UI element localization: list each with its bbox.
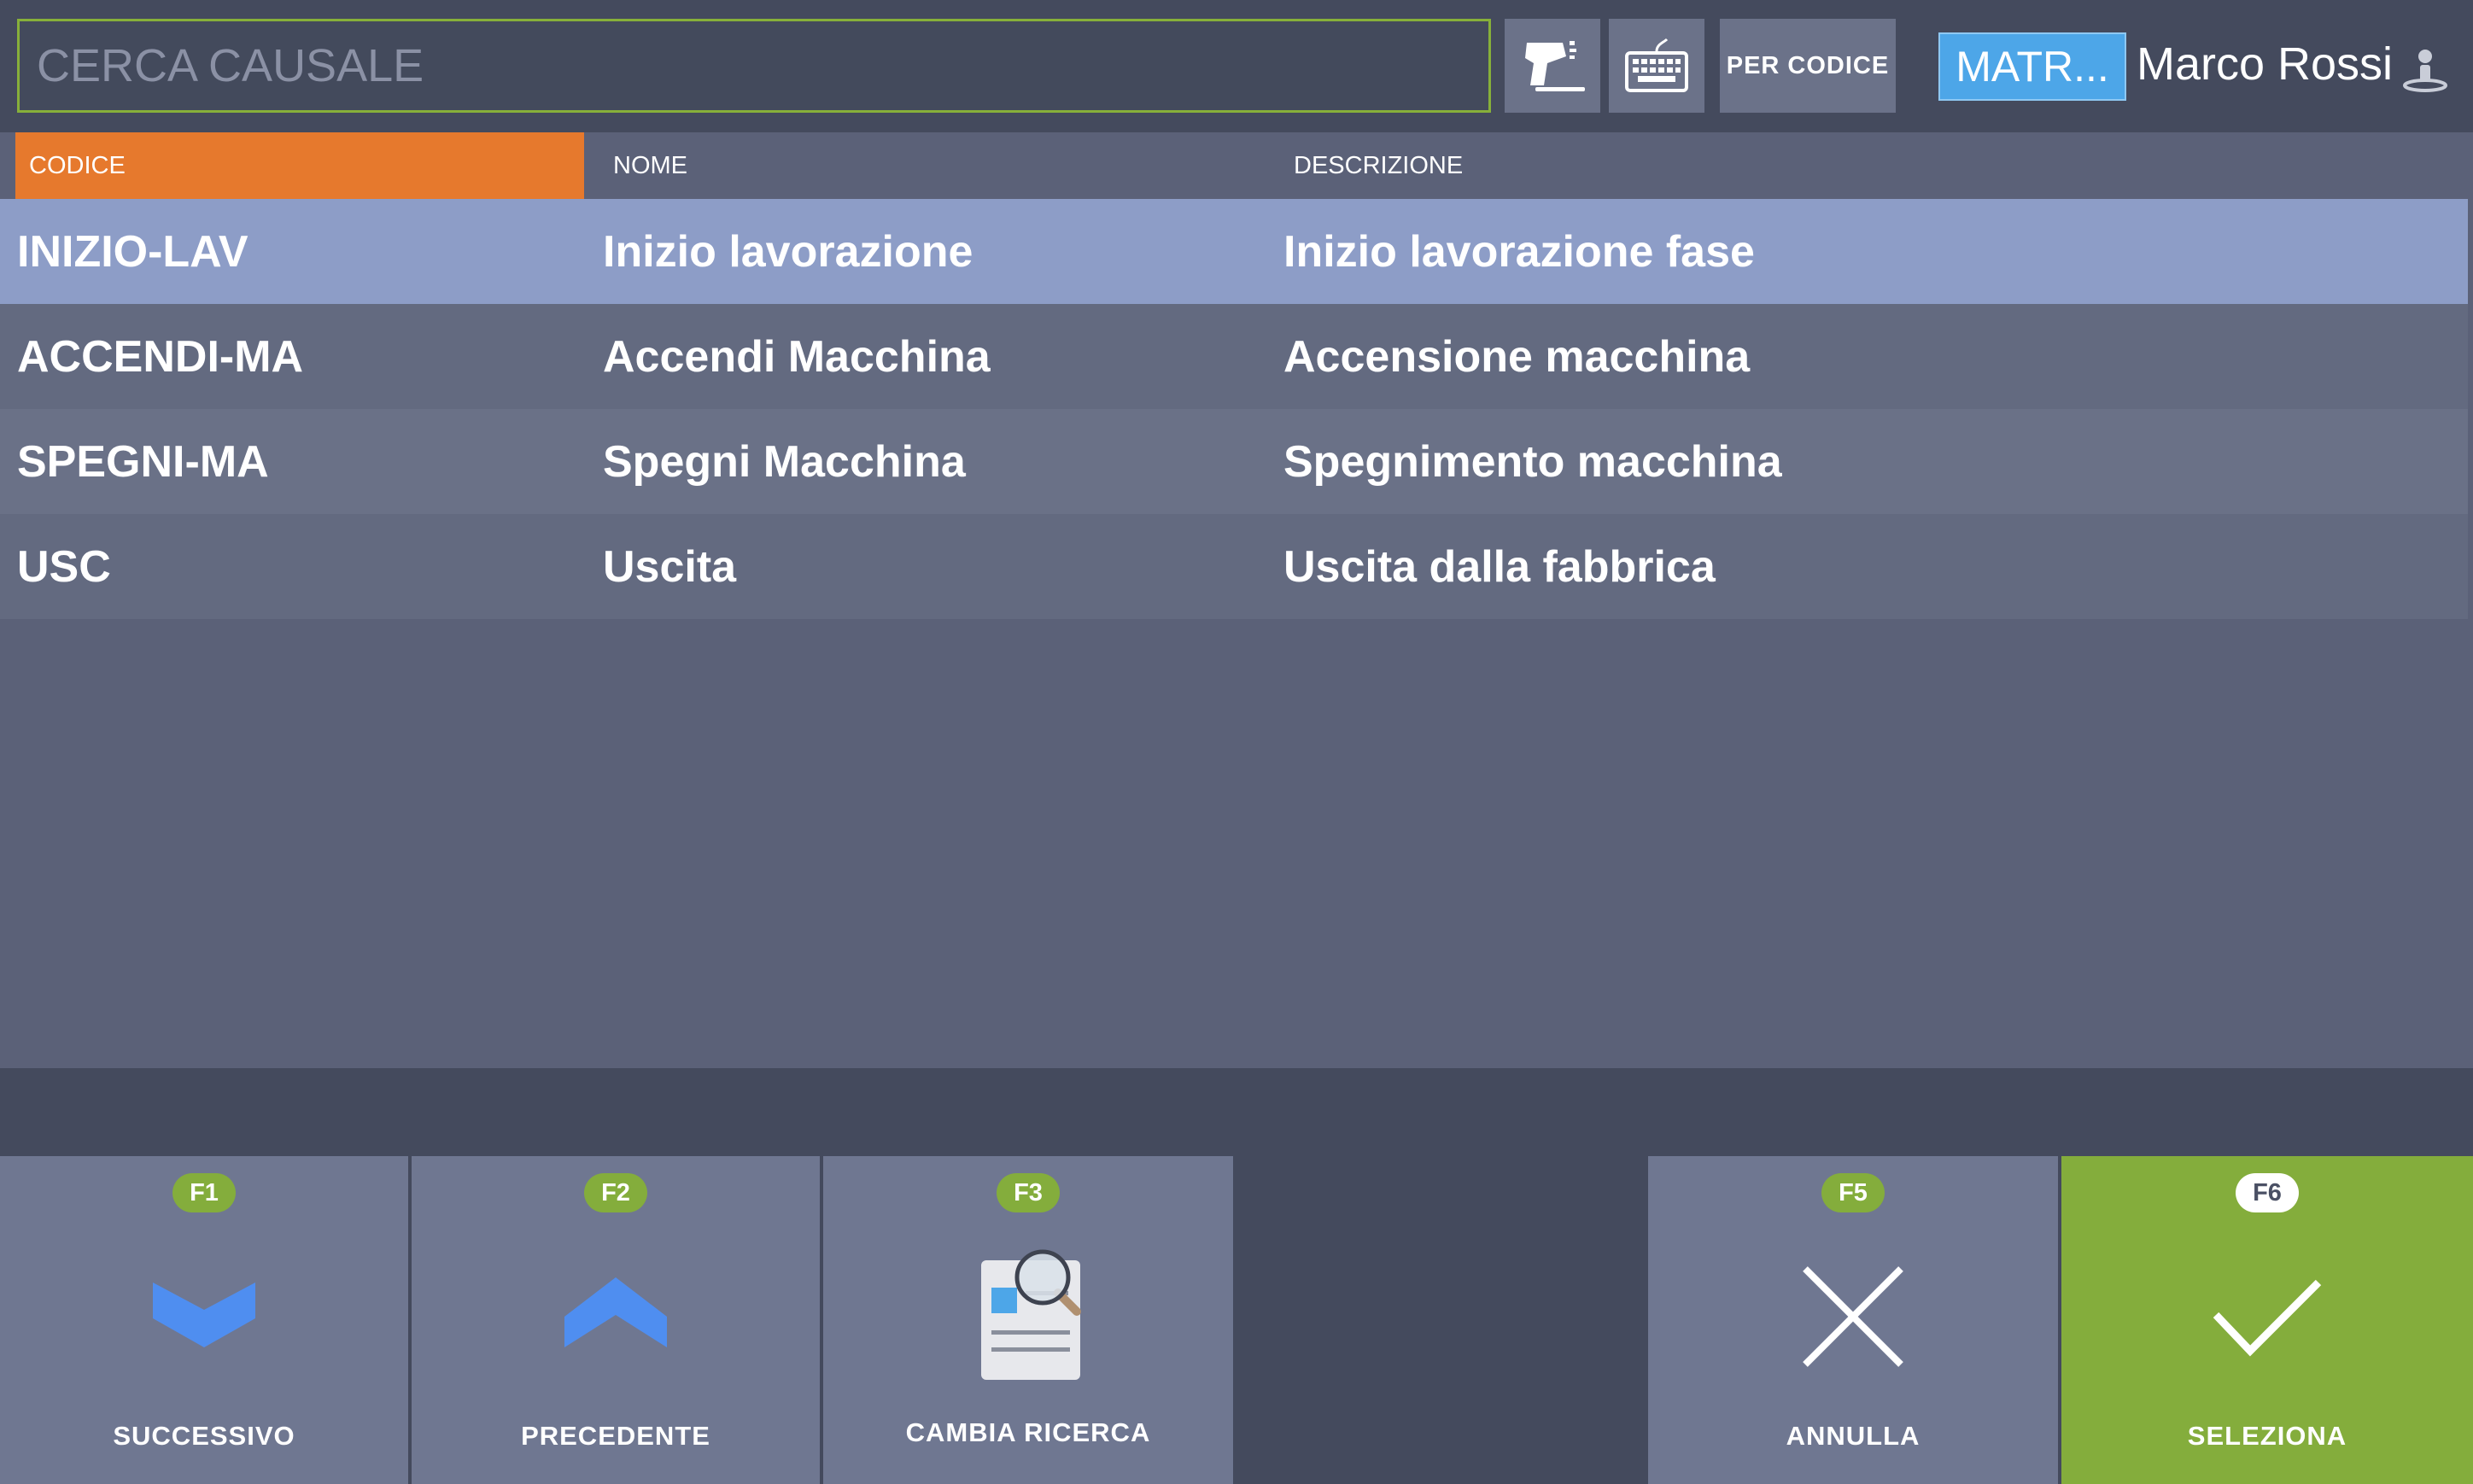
f5-annulla-button[interactable]: F5 ANNULLA (1648, 1156, 2058, 1484)
user-icon[interactable] (2401, 46, 2449, 98)
cell-codice: SPEGNI-MA (17, 436, 269, 487)
f3-cambia-ricerca-button[interactable]: F3 CAMBIA RICERCA (823, 1156, 1233, 1484)
cell-descrizione: Uscita dalla fabbrica (1283, 541, 1716, 592)
cell-descrizione: Accensione macchina (1283, 331, 1751, 382)
chevron-up-icon (564, 1277, 667, 1347)
f1-label: SUCCESSIVO (113, 1421, 295, 1451)
cell-descrizione: Inizio lavorazione fase (1283, 226, 1755, 277)
table-row[interactable]: INIZIO-LAV Inizio lavorazione Inizio lav… (0, 199, 2468, 304)
per-codice-label: PER CODICE (1726, 51, 1890, 79)
document-search-icon (981, 1249, 1081, 1380)
f2-badge: F2 (584, 1173, 647, 1212)
matricola-button[interactable]: MATR... (1938, 32, 2126, 101)
search-box[interactable] (17, 19, 1491, 113)
per-codice-button[interactable]: PER CODICE (1720, 19, 1896, 113)
f6-seleziona-button[interactable]: F6 SELEZIONA (2061, 1156, 2473, 1484)
f2-precedente-button[interactable]: F2 PRECEDENTE (412, 1156, 820, 1484)
close-icon (1803, 1266, 1903, 1367)
cell-descrizione: Spegnimento macchina (1283, 436, 1782, 487)
cell-nome: Spegni Macchina (603, 436, 966, 487)
keyboard-button[interactable] (1609, 19, 1704, 113)
search-input[interactable] (20, 21, 1488, 110)
cell-nome: Inizio lavorazione (603, 226, 973, 277)
f5-label: ANNULLA (1786, 1421, 1921, 1451)
scanner-button[interactable] (1505, 19, 1600, 113)
cell-codice: INIZIO-LAV (17, 226, 248, 277)
keyboard-icon (1625, 38, 1688, 92)
column-header-descrizione[interactable]: DESCRIZIONE (1294, 132, 1977, 199)
table-row[interactable]: SPEGNI-MA Spegni Macchina Spegnimento ma… (0, 409, 2468, 514)
cell-nome: Uscita (603, 541, 737, 592)
column-header-codice[interactable]: CODICE (15, 132, 584, 199)
f3-badge: F3 (997, 1173, 1060, 1212)
cell-codice: ACCENDI-MA (17, 331, 304, 382)
matricola-label: MATR... (1956, 43, 2109, 91)
f3-label: CAMBIA RICERCA (905, 1417, 1151, 1447)
f6-badge: F6 (2236, 1173, 2299, 1212)
f1-successivo-button[interactable]: F1 SUCCESSIVO (0, 1156, 408, 1484)
chevron-down-icon (153, 1282, 255, 1347)
cell-nome: Accendi Macchina (603, 331, 991, 382)
f6-label: SELEZIONA (2187, 1421, 2347, 1451)
cell-codice: USC (17, 541, 111, 592)
check-icon (2213, 1279, 2322, 1357)
f5-badge: F5 (1821, 1173, 1885, 1212)
table-row[interactable]: ACCENDI-MA Accendi Macchina Accensione m… (0, 304, 2468, 409)
f1-badge: F1 (172, 1173, 236, 1212)
table-row[interactable]: USC Uscita Uscita dalla fabbrica (0, 514, 2468, 619)
causali-table: CODICE NOME DESCRIZIONE INIZIO-LAV Inizi… (0, 132, 2473, 1068)
barcode-scanner-icon (1525, 41, 1585, 91)
f2-label: PRECEDENTE (521, 1421, 710, 1451)
column-header-nome[interactable]: NOME (613, 132, 1211, 199)
user-name: Marco Rossi (2137, 38, 2394, 90)
